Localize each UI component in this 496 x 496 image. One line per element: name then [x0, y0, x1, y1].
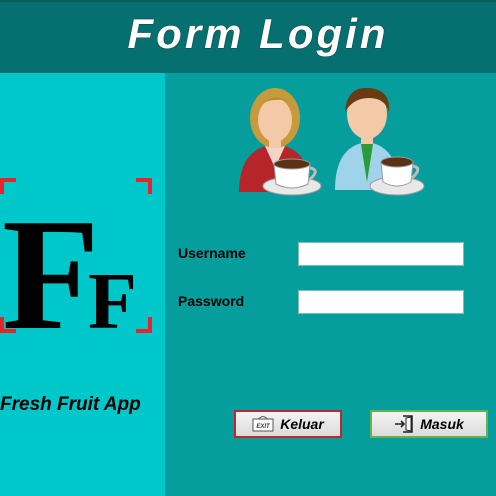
username-label: Username — [178, 245, 246, 261]
username-input[interactable] — [298, 242, 464, 266]
password-input[interactable] — [298, 290, 464, 314]
logo-ff-icon: F F — [0, 178, 152, 333]
exit-icon: EXIT — [252, 416, 274, 432]
login-door-icon — [394, 415, 414, 433]
password-label: Password — [178, 293, 245, 309]
form-title: Form Login — [127, 10, 389, 57]
exit-button[interactable]: EXIT Keluar — [234, 410, 342, 438]
exit-button-label: Keluar — [280, 416, 324, 432]
logo-letter-large: F — [2, 185, 100, 333]
users-coffee-icon — [239, 87, 425, 196]
login-button-label: Masuk — [420, 416, 464, 432]
logo-letter-small: F — [88, 258, 137, 333]
app-name: Fresh Fruit App — [0, 394, 141, 415]
login-button[interactable]: Masuk — [370, 410, 488, 438]
title-bar: Form Login — [0, 0, 496, 73]
exit-icon-text: EXIT — [257, 424, 272, 430]
